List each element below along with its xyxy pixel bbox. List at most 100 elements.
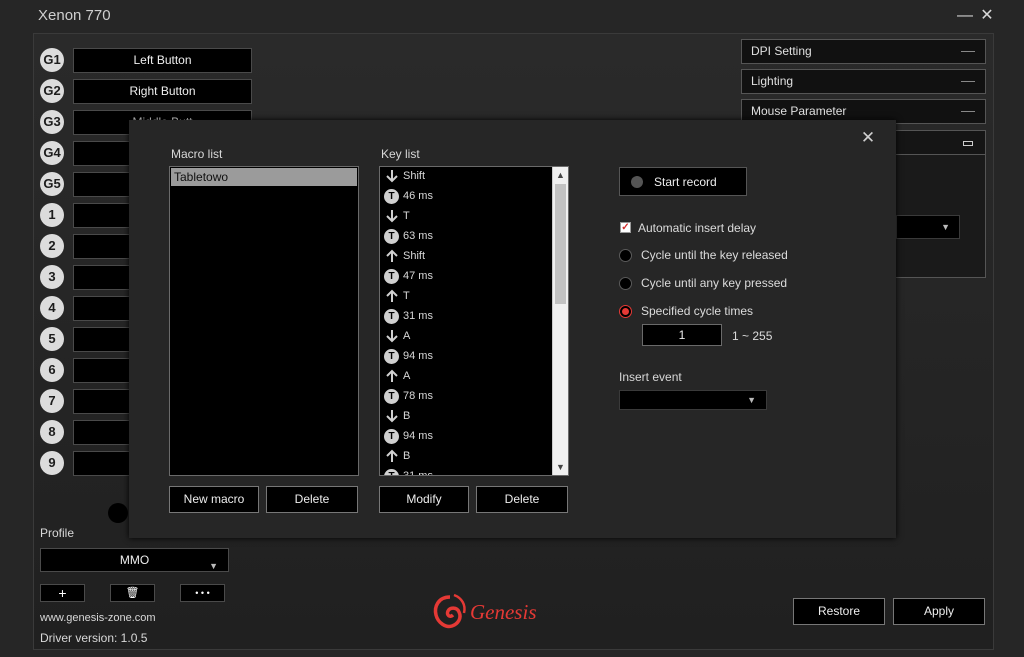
arrow-down-icon bbox=[385, 169, 399, 183]
delay-icon: T bbox=[384, 349, 399, 364]
key-list-row[interactable]: T 31 ms bbox=[382, 306, 550, 326]
radio-icon bbox=[619, 277, 632, 290]
key-badge: G2 bbox=[40, 79, 64, 103]
radio-icon bbox=[619, 249, 632, 262]
key-list-row-text: 94 ms bbox=[403, 430, 433, 442]
key-badge: 6 bbox=[40, 358, 64, 382]
key-list[interactable]: Shift T 46 ms T T 63 ms Shift T 47 ms T T 31 ms A T 94… bbox=[379, 166, 569, 476]
key-assignment-button[interactable]: Right Button bbox=[73, 79, 252, 104]
key-badge: 5 bbox=[40, 327, 64, 351]
restore-button[interactable]: Restore bbox=[793, 598, 885, 625]
macro-list[interactable]: Tabletowo bbox=[169, 166, 359, 476]
key-list-row-text: B bbox=[403, 450, 411, 462]
key-badge: 8 bbox=[40, 420, 64, 444]
cycle-times-input[interactable]: 1 bbox=[642, 324, 722, 346]
key-badge: 4 bbox=[40, 296, 64, 320]
key-list-row-text: 31 ms bbox=[403, 310, 433, 322]
delay-icon: T bbox=[384, 389, 399, 404]
chevron-down-icon: ▼ bbox=[209, 561, 218, 571]
more-icon: • • • bbox=[195, 588, 210, 598]
settings-section-item[interactable]: Lighting bbox=[741, 69, 986, 94]
key-list-row-text: 63 ms bbox=[403, 230, 433, 242]
key-list-row[interactable]: T 31 ms bbox=[382, 466, 550, 476]
arrow-down-icon bbox=[385, 329, 399, 343]
key-badge: 2 bbox=[40, 234, 64, 258]
key-list-row[interactable]: B bbox=[382, 406, 550, 426]
cycle-option-label: Cycle until any key pressed bbox=[641, 276, 788, 290]
chevron-down-icon: ▼ bbox=[747, 395, 756, 405]
cycle-option-label: Cycle until the key released bbox=[641, 248, 788, 262]
new-macro-button[interactable]: New macro bbox=[169, 486, 259, 513]
close-icon: ✕ bbox=[980, 7, 994, 24]
genesis-logo: Genesis bbox=[432, 593, 572, 634]
toggle-knob[interactable] bbox=[108, 503, 128, 523]
key-list-row[interactable]: T bbox=[382, 286, 550, 306]
delay-icon: T bbox=[384, 189, 399, 204]
settings-section-label: Mouse Parameter bbox=[751, 104, 847, 118]
auto-insert-delay-label: Automatic insert delay bbox=[638, 221, 757, 235]
website-link[interactable]: www.genesis-zone.com bbox=[40, 612, 156, 624]
delay-icon: T bbox=[384, 229, 399, 244]
radio-icon bbox=[619, 305, 632, 318]
key-list-row[interactable]: T bbox=[382, 206, 550, 226]
key-list-title: Key list bbox=[381, 147, 420, 161]
key-list-row-text: 94 ms bbox=[403, 350, 433, 362]
key-list-row-text: 31 ms bbox=[403, 470, 433, 476]
key-list-row[interactable]: A bbox=[382, 326, 550, 346]
plus-icon: + bbox=[58, 585, 67, 601]
start-record-button[interactable]: Start record bbox=[619, 167, 747, 196]
insert-event-select[interactable]: ▼ bbox=[619, 390, 767, 410]
minimize-icon: — bbox=[957, 7, 973, 24]
arrow-up-icon bbox=[385, 369, 399, 383]
key-badge: G4 bbox=[40, 141, 64, 165]
record-icon bbox=[631, 176, 643, 188]
settings-section-item[interactable]: DPI Setting bbox=[741, 39, 986, 64]
collapse-icon[interactable] bbox=[961, 81, 975, 82]
key-badge: 3 bbox=[40, 265, 64, 289]
key-list-row[interactable]: Shift bbox=[382, 246, 550, 266]
arrow-up-icon bbox=[385, 449, 399, 463]
close-button[interactable]: ✕ bbox=[977, 6, 997, 26]
svg-text:Genesis: Genesis bbox=[470, 600, 537, 624]
delete-key-button[interactable]: Delete bbox=[476, 486, 568, 513]
arrow-down-icon bbox=[385, 409, 399, 423]
key-list-row-text: A bbox=[403, 330, 411, 342]
delete-macro-button[interactable]: Delete bbox=[266, 486, 358, 513]
profile-select[interactable]: MMO ▼ bbox=[40, 548, 229, 572]
key-assignment-button[interactable]: Left Button bbox=[73, 48, 252, 73]
window-title: Xenon 770 bbox=[38, 7, 111, 24]
dialog-close-button[interactable]: ✕ bbox=[858, 128, 878, 148]
key-badge: G3 bbox=[40, 110, 64, 134]
key-list-row[interactable]: T 94 ms bbox=[382, 426, 550, 446]
scroll-up-icon[interactable]: ▲ bbox=[553, 167, 568, 183]
delete-profile-button[interactable]: 🗑 bbox=[110, 584, 155, 602]
apply-button[interactable]: Apply bbox=[893, 598, 985, 625]
close-icon: ✕ bbox=[860, 128, 876, 147]
add-profile-button[interactable]: + bbox=[40, 584, 85, 602]
key-list-row[interactable]: T 63 ms bbox=[382, 226, 550, 246]
key-list-row[interactable]: Shift bbox=[382, 167, 550, 186]
settings-section-box: ▼ bbox=[895, 130, 986, 278]
more-options-button[interactable]: • • • bbox=[180, 584, 225, 602]
key-list-scrollbar[interactable]: ▲ ▼ bbox=[552, 167, 568, 475]
arrow-up-icon bbox=[385, 249, 399, 263]
key-list-row[interactable]: T 94 ms bbox=[382, 346, 550, 366]
start-record-label: Start record bbox=[654, 175, 717, 189]
collapse-icon[interactable] bbox=[961, 51, 975, 52]
key-list-row-text: A bbox=[403, 370, 411, 382]
key-list-row[interactable]: A bbox=[382, 366, 550, 386]
scroll-down-icon[interactable]: ▼ bbox=[553, 459, 568, 475]
scroll-thumb[interactable] bbox=[555, 184, 566, 304]
minimize-button[interactable]: — bbox=[955, 6, 975, 26]
key-list-row[interactable]: T 78 ms bbox=[382, 386, 550, 406]
profile-selected: MMO bbox=[119, 553, 150, 567]
key-badge: 9 bbox=[40, 451, 64, 475]
checkmark-icon: ✓ bbox=[620, 222, 631, 233]
key-list-row[interactable]: B bbox=[382, 446, 550, 466]
modify-button[interactable]: Modify bbox=[379, 486, 469, 513]
key-list-row[interactable]: T 46 ms bbox=[382, 186, 550, 206]
key-list-row[interactable]: T 47 ms bbox=[382, 266, 550, 286]
macro-list-item[interactable]: Tabletowo bbox=[171, 168, 357, 186]
key-badge: 1 bbox=[40, 203, 64, 227]
collapse-icon[interactable] bbox=[961, 111, 975, 112]
